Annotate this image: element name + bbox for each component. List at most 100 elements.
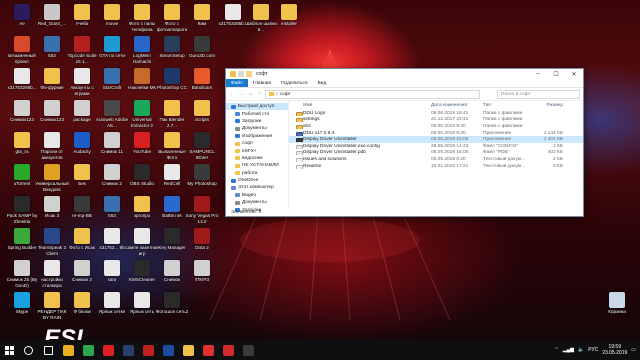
desktop-icon[interactable]: Исак 3 [35,196,69,224]
tab-home[interactable]: Главная [248,81,276,86]
file-row[interactable]: Display Driver Uninstaller.exe.config 28.… [289,143,583,150]
desktop-icon[interactable]: Autoweb Adobe AE... [95,100,129,128]
desktop-icon[interactable]: Pack SAMP by Zheekla [5,196,39,224]
taskbar-task-view-button[interactable] [38,340,58,360]
tab-view[interactable]: Вид [313,81,332,86]
desktop-icon[interactable]: SAMPUNCL 5Dver [185,132,219,160]
file-row[interactable]: x64 05.05.2019 8:20 Папка с файлами [289,123,583,130]
desktop-icon[interactable]: StarCraft [95,68,129,96]
taskbar-photoshop-button[interactable] [158,340,178,360]
desktop-icon[interactable]: Red_Giant_... [35,4,69,32]
network-icon[interactable]: ▂▄▆ [563,347,574,353]
desktop-icon[interactable]: Пак Blender 2.7... [155,100,189,128]
file-row[interactable]: settings 21.12.2017 23:41 Папка с файлами [289,117,583,124]
tray-arrow-icon[interactable]: ⌃ [555,347,559,353]
nav-item[interactable]: eSFX+ [226,147,288,154]
column-name[interactable]: Имя [289,103,431,108]
desktop-icon[interactable]: Выпаленные Фото [155,132,189,160]
desktop-icon[interactable]: Аккаунты с играми [65,68,99,96]
taskbar-yandex-button[interactable] [58,340,78,360]
desktop-icon[interactable]: Снимок 11 [95,132,129,160]
desktop-icon[interactable]: x31753286b... [5,68,39,96]
taskbar-opera-button[interactable] [98,340,118,360]
desktop-icon[interactable]: Снимок 2 [65,260,99,288]
nav-item[interactable]: Быстрый доступ [226,103,288,111]
desktop-icon[interactable]: Photoshop CC [155,68,189,96]
desktop-icon[interactable]: movie [95,4,129,32]
desktop-icon[interactable]: Наклейки Ms [125,68,159,96]
recent-chevron-icon[interactable]: ⌄ [247,91,254,97]
desktop-icon[interactable]: 553 [95,196,129,224]
minimize-button[interactable]: – [529,69,547,79]
file-row[interactable]: Display Driver Uninstaller.pdb 05.05.2019… [289,150,583,157]
desktop-icon[interactable]: KMSCleaner [125,260,159,288]
desktop-icon[interactable]: РЕНДЕР ПАК BY RAIN [35,292,69,320]
desktop-icon[interactable]: Ярлык сетке [95,292,129,320]
nav-item[interactable]: OneDrive [226,177,288,184]
taskbar-steam-button[interactable] [118,340,138,360]
taskbar-vegas-button[interactable] [138,340,158,360]
desktop-icon[interactable]: installer [272,4,306,32]
desktop-icon[interactable]: Снимок123 [5,100,39,128]
nav-item[interactable]: НЕ УСТАНАВЛИ [226,162,288,169]
language-indicator[interactable]: РУС [588,347,598,353]
desktop-icon[interactable]: Фото с фотоаппарата [155,4,189,32]
desktop-icon[interactable]: OBS Studio [125,164,159,192]
file-row[interactable]: DDU v17.0.6.4 05.05.2019 8:20 Приложение 1 … [289,130,583,137]
desktop-icon[interactable]: My Photoshop [185,164,219,192]
desktop-icon[interactable]: Sony Vegas Pro 13.0 [185,196,219,224]
desktop-icon[interactable]: Dota 2 [185,228,219,256]
desktop-icon[interactable]: Bandicam [185,68,219,96]
desktop-icon[interactable]: Universal Extractor 2 [125,100,159,128]
taskbar-search-button[interactable] [18,340,38,360]
taskbar-app-red-button[interactable] [218,340,238,360]
clock[interactable]: 19:59 23.05.2019 [602,344,627,356]
properties-icon[interactable] [238,71,244,77]
desktop-icon[interactable]: Универсальный Виндовс [35,164,69,192]
start-button[interactable] [0,345,18,355]
desktop-icon[interactable]: 553 [35,36,69,64]
taskbar-yandex-browser-button[interactable] [198,340,218,360]
column-type[interactable]: Тип [483,103,533,108]
desktop-icon[interactable]: Skype [5,292,39,320]
desktop-icon[interactable]: uTorrent [5,164,39,192]
desktop-icon[interactable]: Снимок 2 [95,164,129,192]
up-arrow-icon[interactable]: ↑ [256,91,263,97]
desktop-icon[interactable]: Ким [185,4,219,32]
desktop-icon[interactable]: Безымянный проект [5,36,39,64]
column-date[interactable]: Дата изменения [431,103,483,108]
desktop-icon[interactable]: Spring Builder [5,228,39,256]
nav-item[interactable]: Видео [226,192,288,199]
title-bar[interactable]: софт – ☐ ✕ [226,69,583,79]
forward-arrow-icon[interactable]: → [238,91,245,97]
file-row[interactable]: Issues and solutions 05.05.2019 8:20 Текст… [289,156,583,163]
desktop-icon[interactable]: Корзина [600,292,634,320]
desktop-icon[interactable]: LogMeIn Hamachi [125,36,159,64]
desktop-icon[interactable]: gta_ra [5,132,39,160]
desktop-icon[interactable]: Пароли от аккаунтов [35,132,69,160]
desktop-icon[interactable]: Topcode Suite 15.1... [65,36,99,64]
desktop-icon[interactable]: YouTube [125,132,159,160]
nav-item[interactable]: Документы [226,199,288,206]
desktop-icon[interactable]: Снимок123 [35,100,69,128]
volume-icon[interactable]: 🔈 [578,347,584,353]
desktop-icon[interactable]: Снимок 25 (By GooD) [5,260,39,288]
desktop-icon[interactable]: Ф блоки [65,292,99,320]
desktop-icon[interactable]: GTA по сети [95,36,129,64]
close-button[interactable]: ✕ [565,69,583,79]
desktop-icon[interactable]: Фотошоп сеть2 [155,292,189,320]
desktop-icon[interactable]: TeamSpeak 3 Client [35,228,69,256]
maximize-button[interactable]: ☐ [547,69,565,79]
file-row[interactable]: DDU Logs 05.06.2019 18:41 Папка с файлами [289,110,583,117]
nav-item[interactable]: Загрузки [226,118,288,125]
desktop-icon[interactable]: эргопро [125,196,159,224]
desktop-icon[interactable]: Учеба [65,4,99,32]
address-bar[interactable]: › софт [265,89,480,99]
desktop-icon[interactable]: Фо-фуркие [35,68,69,96]
nav-item[interactable]: софт [226,140,288,147]
desktop-icon[interactable]: сампе пакетная игр [125,228,159,256]
desktop-icon[interactable]: настройки сталкера [35,260,69,288]
desktop-icon[interactable]: Key Manager [155,228,189,256]
back-arrow-icon[interactable]: ← [229,91,236,97]
desktop-icon[interactable]: Ae [5,4,39,32]
